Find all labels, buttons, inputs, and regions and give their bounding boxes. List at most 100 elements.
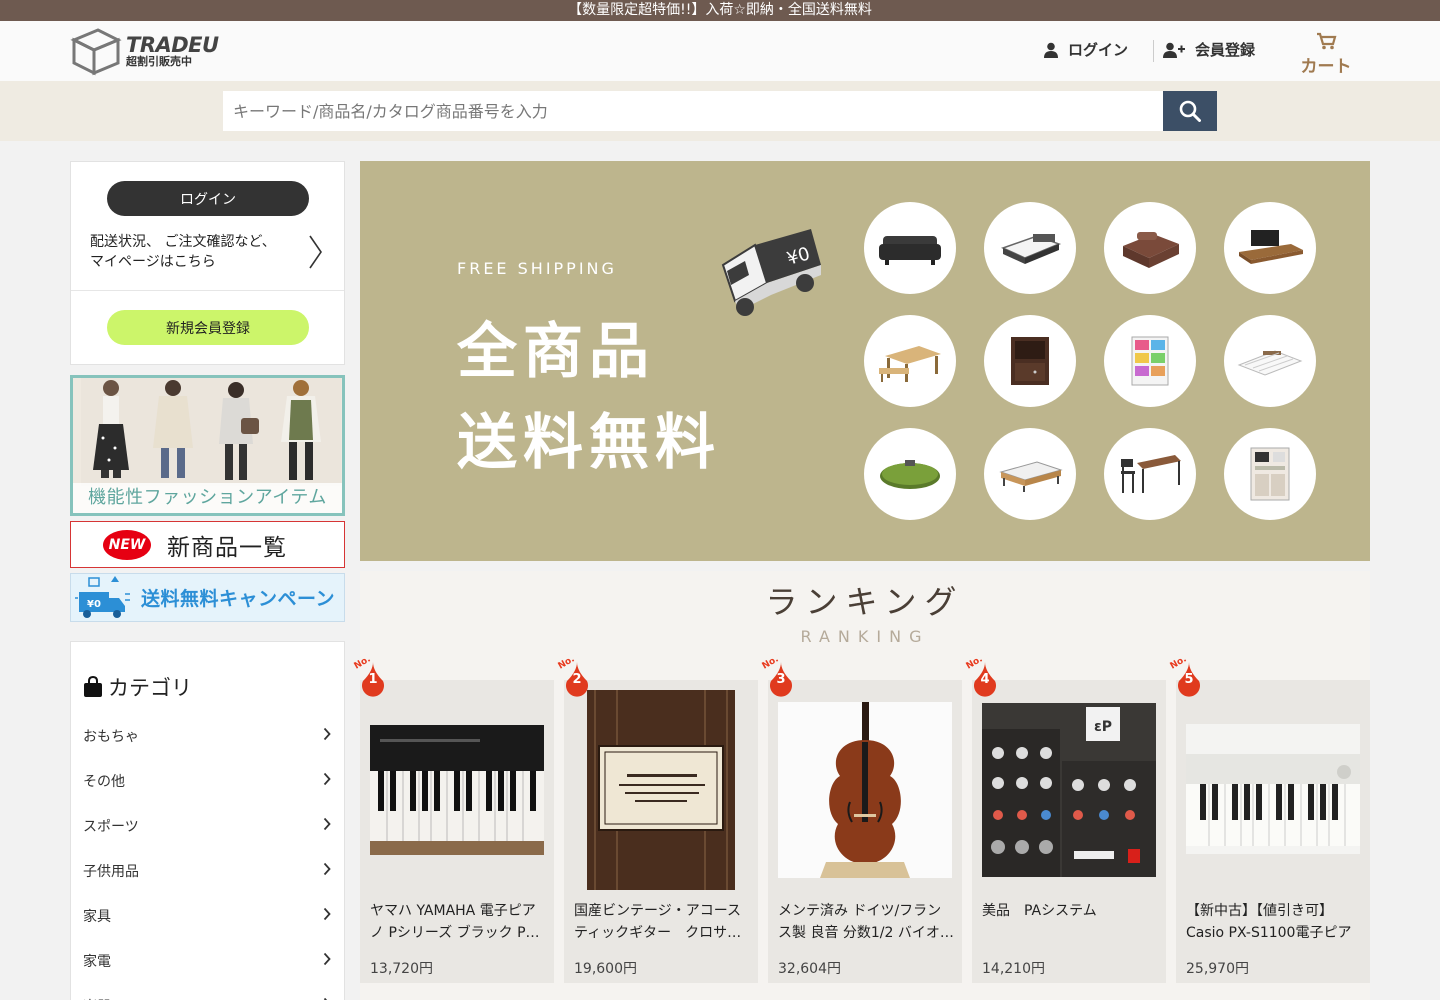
box-logo-icon: [70, 28, 122, 76]
rank-badge: No. 3: [760, 654, 800, 704]
product-name: 美品 PAシステム: [982, 903, 1097, 919]
product-price: 13,720円: [370, 961, 433, 977]
fashion-models-image: [81, 378, 341, 486]
tv-stand-product-icon: [1224, 202, 1316, 294]
ranking-card-1[interactable]: No. 1 ヤマハ YAMAHA 電子ピアノ Pシリーズ ブラック P… 13,…: [353, 654, 554, 983]
search-icon: [1179, 100, 1201, 122]
free-shipping-label: 送料無料キャンペーン: [141, 588, 336, 610]
cart-icon: [1317, 32, 1337, 50]
sidebar-divider: [71, 290, 344, 291]
header-login-label: ログイン: [1068, 41, 1129, 59]
rank-number: 4: [980, 672, 990, 687]
kitchen-rack-product-icon: [1224, 428, 1316, 520]
site-logo[interactable]: TRADEU 超割引販売中: [70, 26, 219, 76]
category-item-instruments[interactable]: 楽器: [71, 982, 344, 1000]
category-list: おもちゃ その他 スポーツ 子供用品 家具 家電 楽器: [71, 712, 344, 1000]
category-item-furniture[interactable]: 家具: [71, 892, 344, 937]
sidebar-login-button[interactable]: ログイン: [107, 181, 309, 216]
announcement-bar: 【数量限定超特価!!】入荷☆即納・全国送料無料: [0, 0, 1440, 21]
storage-rack-product-icon: [1104, 315, 1196, 407]
rank-number: 2: [572, 672, 582, 687]
svg-text:ɛP: ɛP: [1094, 719, 1112, 735]
dining-table-product-icon: [864, 315, 956, 407]
rank-badge: No. 4: [964, 654, 1004, 704]
rank-badge: No. 5: [1168, 654, 1208, 704]
search-input[interactable]: [223, 91, 1164, 131]
free-shipping-hero-banner[interactable]: FREE SHIPPING 全商品 送料無料 ¥0: [360, 161, 1370, 561]
category-label: その他: [83, 774, 125, 790]
product-image-casio-piano: [1186, 724, 1360, 854]
hero-free-shipping-text: FREE SHIPPING: [457, 259, 617, 278]
chevron-right-icon: [323, 952, 331, 966]
coffee-table-product-icon: [984, 428, 1076, 520]
chevron-right-icon[interactable]: [307, 234, 323, 270]
category-item-appliances[interactable]: 家電: [71, 937, 344, 982]
fashion-banner-label: 機能性ファッションアイテム: [73, 483, 342, 513]
rank-number: 3: [776, 672, 786, 687]
product-image-pa-mixer: ɛP: [982, 703, 1156, 877]
fashion-banner[interactable]: 機能性ファッションアイテム: [70, 375, 345, 516]
rank-badge: No. 1: [352, 654, 392, 704]
free-shipping-banner[interactable]: ¥0 送料無料キャンペーン: [70, 573, 345, 622]
category-label: スポーツ: [83, 819, 139, 835]
category-title: カテゴリ: [108, 676, 192, 700]
chevron-right-icon: [323, 862, 331, 876]
category-item-sports[interactable]: スポーツ: [71, 802, 344, 847]
header-divider: [1153, 40, 1154, 62]
cart-button[interactable]: カート: [1298, 32, 1354, 77]
cabinet-product-icon: [984, 315, 1076, 407]
delivery-truck-icon: ¥0: [75, 575, 130, 618]
mypage-desc-line2: マイページはこちら: [90, 254, 216, 270]
chevron-right-icon: [323, 772, 331, 786]
grass-rug-product-icon: [864, 428, 956, 520]
category-item-kids[interactable]: 子供用品: [71, 847, 344, 892]
mypage-desc-line1: 配送状況、 ご注文確認など、: [90, 234, 276, 250]
bedding-product-icon: [1104, 202, 1196, 294]
new-products-banner[interactable]: NEW 新商品一覧: [70, 521, 345, 568]
cart-label: カート: [1300, 57, 1352, 77]
mypage-link[interactable]: 配送状況、 ご注文確認など、 マイページはこちら: [90, 232, 290, 272]
ranking-title: ランキング: [765, 583, 965, 621]
category-label: 家具: [83, 909, 111, 925]
header-register-label: 会員登録: [1195, 41, 1256, 59]
delivery-truck-icon: ¥0: [721, 229, 821, 316]
sidebar-register-button[interactable]: 新規会員登録: [107, 310, 309, 345]
site-header: TRADEU 超割引販売中 ログイン 会員登録 カート: [0, 21, 1440, 81]
logo-tagline: 超割引販売中: [126, 55, 192, 68]
product-image-violin: [778, 702, 952, 878]
category-label: おもちゃ: [83, 729, 139, 745]
search-band: [0, 81, 1440, 141]
ranking-card-4[interactable]: No. 4 ɛP 美品 PAシステム 14,210円: [965, 654, 1166, 983]
category-label: 楽器: [83, 996, 111, 1000]
rank-number: 1: [368, 672, 378, 687]
desk-chair-product-icon: [1104, 428, 1196, 520]
ranking-card-3[interactable]: No. 3 メンテ済み ドイツ/フランス製 良音 分数1/2 バイオ… 32,6…: [761, 654, 962, 983]
header-register-link[interactable]: 会員登録: [1163, 39, 1255, 60]
new-products-label: 新商品一覧: [167, 534, 287, 561]
mat-product-icon: [1224, 315, 1316, 407]
chevron-right-icon: [323, 907, 331, 921]
chevron-right-icon: [323, 817, 331, 831]
new-badge: NEW: [103, 529, 151, 560]
product-name: メンテ済み ドイツ/フランス製 良音 分数1/2 バイオ…: [778, 903, 954, 941]
sofa-product-icon: [864, 202, 956, 294]
product-price: 14,210円: [982, 961, 1045, 977]
product-name: 国産ビンテージ・アコースティックギター クロサ…: [574, 903, 742, 941]
product-name: ヤマハ YAMAHA 電子ピアノ Pシリーズ ブラック P…: [370, 903, 540, 941]
ship-sign-text: ¥0: [87, 599, 101, 610]
ranking-card-2[interactable]: No. 2 国産ビンテージ・アコースティックギター クロサ… 19,600円: [557, 654, 758, 983]
ranking-card-5[interactable]: No. 5 【新中古】【値引き可】Casio PX-S1100電子ピアノ 25,…: [1169, 654, 1370, 983]
announcement-text: 【数量限定超特価!!】入荷☆即納・全国送料無料: [568, 2, 872, 18]
product-image-piano: [370, 725, 544, 855]
ranking-subtitle: RANKING: [800, 627, 930, 646]
logo-name: TRADEU: [126, 33, 219, 57]
search-button[interactable]: [1163, 91, 1217, 131]
category-label: 子供用品: [83, 864, 139, 880]
rank-number: 5: [1184, 672, 1194, 687]
shopping-bag-icon: [84, 676, 102, 697]
category-item-toys[interactable]: おもちゃ: [71, 712, 344, 757]
category-item-other[interactable]: その他: [71, 757, 344, 802]
header-login-link[interactable]: ログイン: [1044, 39, 1128, 60]
user-plus-icon: [1163, 42, 1185, 58]
category-label: 家電: [83, 954, 111, 970]
